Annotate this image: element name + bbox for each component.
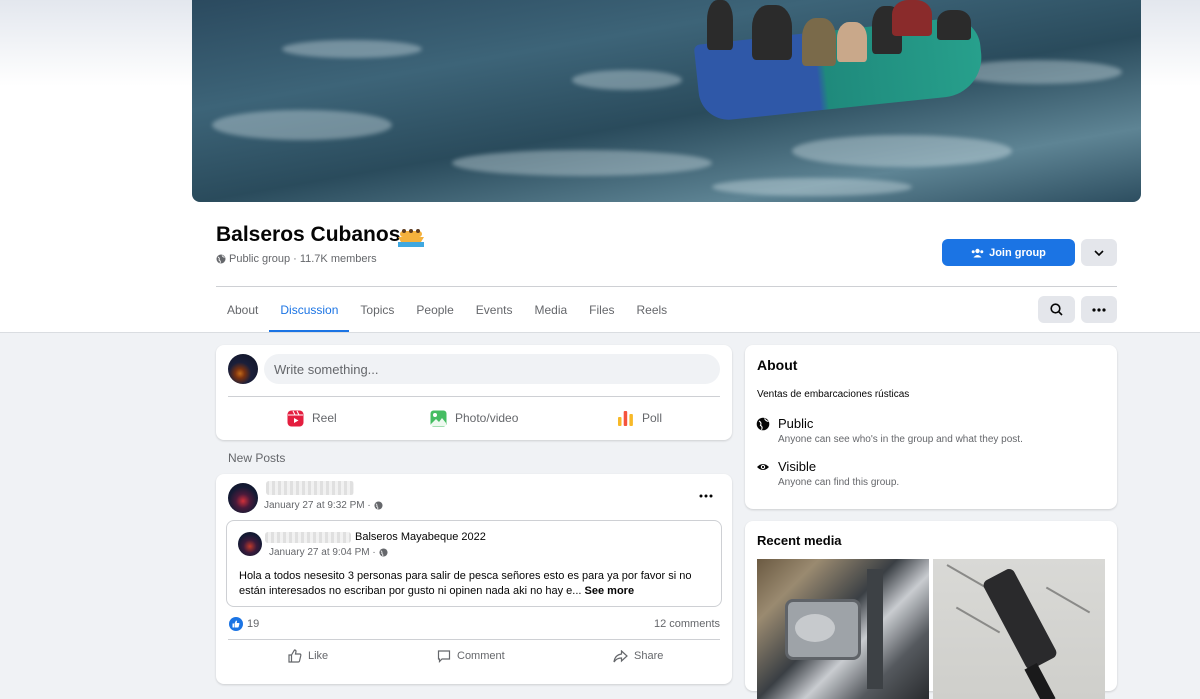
author-avatar[interactable] <box>228 483 258 513</box>
like-icon <box>288 649 302 663</box>
tab-topics[interactable]: Topics <box>349 288 405 332</box>
group-icon <box>971 248 984 257</box>
shared-group-name[interactable]: Balseros Mayabeque 2022 <box>355 531 486 543</box>
cover-photo <box>192 0 1141 202</box>
globe-icon <box>756 417 770 431</box>
like-reaction-icon[interactable] <box>229 617 243 631</box>
tab-events[interactable]: Events <box>465 288 524 332</box>
join-group-button[interactable]: Join group <box>942 239 1075 266</box>
comment-count[interactable]: 12 comments <box>654 618 720 630</box>
like-button[interactable]: Like <box>288 642 328 670</box>
recent-media-item[interactable] <box>757 559 929 699</box>
reel-icon <box>287 410 304 426</box>
share-label: Share <box>634 650 664 662</box>
shared-post-timestamp[interactable]: January 27 at 9:04 PM · <box>269 547 376 558</box>
recent-media-item[interactable] <box>933 559 1105 699</box>
about-card: About Ventas de embarcaciones rústicas P… <box>745 345 1117 509</box>
reaction-count[interactable]: 19 <box>247 618 259 630</box>
composer-divider <box>228 396 720 397</box>
poll-button[interactable]: Poll <box>617 403 662 433</box>
reel-label: Reel <box>312 411 337 425</box>
boat-emoji-icon <box>398 229 424 247</box>
reel-button[interactable]: Reel <box>287 403 337 433</box>
thumbs-up-icon <box>232 620 240 628</box>
post-composer: Reel Photo/video Poll <box>216 345 732 440</box>
post-card: January 27 at 9:32 PM · Balseros Mayabeq… <box>216 474 732 684</box>
photo-icon <box>430 410 447 426</box>
post-meta: January 27 at 9:32 PM · <box>264 500 383 511</box>
group-tabs: About Discussion Topics People Events Me… <box>216 288 678 332</box>
tab-about[interactable]: About <box>216 288 269 332</box>
join-group-label: Join group <box>989 246 1046 259</box>
tab-people[interactable]: People <box>405 288 464 332</box>
member-count[interactable]: 11.7K members <box>300 253 377 265</box>
shared-post[interactable]: Balseros Mayabeque 2022 January 27 at 9:… <box>226 520 722 607</box>
post-options-icon[interactable] <box>699 494 713 498</box>
public-title: Public <box>778 416 814 431</box>
shared-author-name-redacted[interactable] <box>265 532 351 543</box>
recent-media-card: Recent media <box>745 521 1117 699</box>
visible-description: Anyone can find this group. <box>778 477 900 488</box>
search-button[interactable] <box>1038 296 1075 323</box>
eye-icon <box>757 464 769 470</box>
author-name-redacted[interactable] <box>266 481 354 495</box>
about-heading: About <box>757 357 798 373</box>
share-button[interactable]: Share <box>613 642 663 670</box>
about-description: Ventas de embarcaciones rústicas <box>757 389 910 400</box>
comment-label: Comment <box>457 650 505 662</box>
public-description: Anyone can see who's in the group and wh… <box>778 434 1023 445</box>
comment-button[interactable]: Comment <box>437 642 505 670</box>
user-avatar[interactable] <box>228 354 258 384</box>
visible-title: Visible <box>778 459 817 474</box>
tab-label: Reels <box>636 303 668 317</box>
more-horizontal-icon <box>1092 307 1106 312</box>
shared-author-avatar[interactable] <box>238 532 262 556</box>
tab-label: About <box>227 303 259 317</box>
post-actions-divider <box>228 639 720 640</box>
header-divider <box>216 286 1117 287</box>
globe-icon <box>379 548 388 557</box>
more-options-button[interactable] <box>1081 296 1117 323</box>
globe-icon <box>216 254 226 264</box>
tab-label: Files <box>589 303 615 317</box>
privacy-label[interactable]: Public group <box>229 253 290 265</box>
photo-video-button[interactable]: Photo/video <box>430 403 518 433</box>
tab-label: People <box>416 303 454 317</box>
tab-label: Media <box>534 303 568 317</box>
meta-separator: · <box>293 253 297 265</box>
tab-media[interactable]: Media <box>523 288 578 332</box>
tab-files[interactable]: Files <box>578 288 625 332</box>
comment-icon <box>437 650 451 663</box>
search-icon <box>1050 303 1063 316</box>
group-meta: Public group · 11.7K members <box>216 253 377 265</box>
group-options-dropdown-button[interactable] <box>1081 239 1117 266</box>
poll-label: Poll <box>642 411 663 425</box>
see-more-link[interactable]: See more <box>585 585 635 597</box>
write-something-input[interactable] <box>264 354 720 384</box>
post-body: Hola a todos nesesito 3 personas para sa… <box>239 569 709 599</box>
shared-post-meta: January 27 at 9:04 PM · <box>269 547 388 558</box>
tab-label: Events <box>475 303 513 317</box>
chevron-down-icon <box>1094 249 1104 256</box>
share-icon <box>613 649 628 662</box>
group-title[interactable]: Balseros Cubanos <box>216 223 400 247</box>
recent-media-heading: Recent media <box>757 533 842 548</box>
tab-label: Topics <box>360 303 395 317</box>
tab-discussion[interactable]: Discussion <box>269 288 350 332</box>
photo-video-label: Photo/video <box>455 411 519 425</box>
tab-reels[interactable]: Reels <box>626 288 679 332</box>
globe-icon <box>374 501 383 510</box>
poll-icon <box>618 410 633 426</box>
new-posts-label: New Posts <box>228 451 286 465</box>
post-timestamp[interactable]: January 27 at 9:32 PM · <box>264 500 371 511</box>
like-label: Like <box>308 650 329 662</box>
tab-label: Discussion <box>280 303 339 317</box>
